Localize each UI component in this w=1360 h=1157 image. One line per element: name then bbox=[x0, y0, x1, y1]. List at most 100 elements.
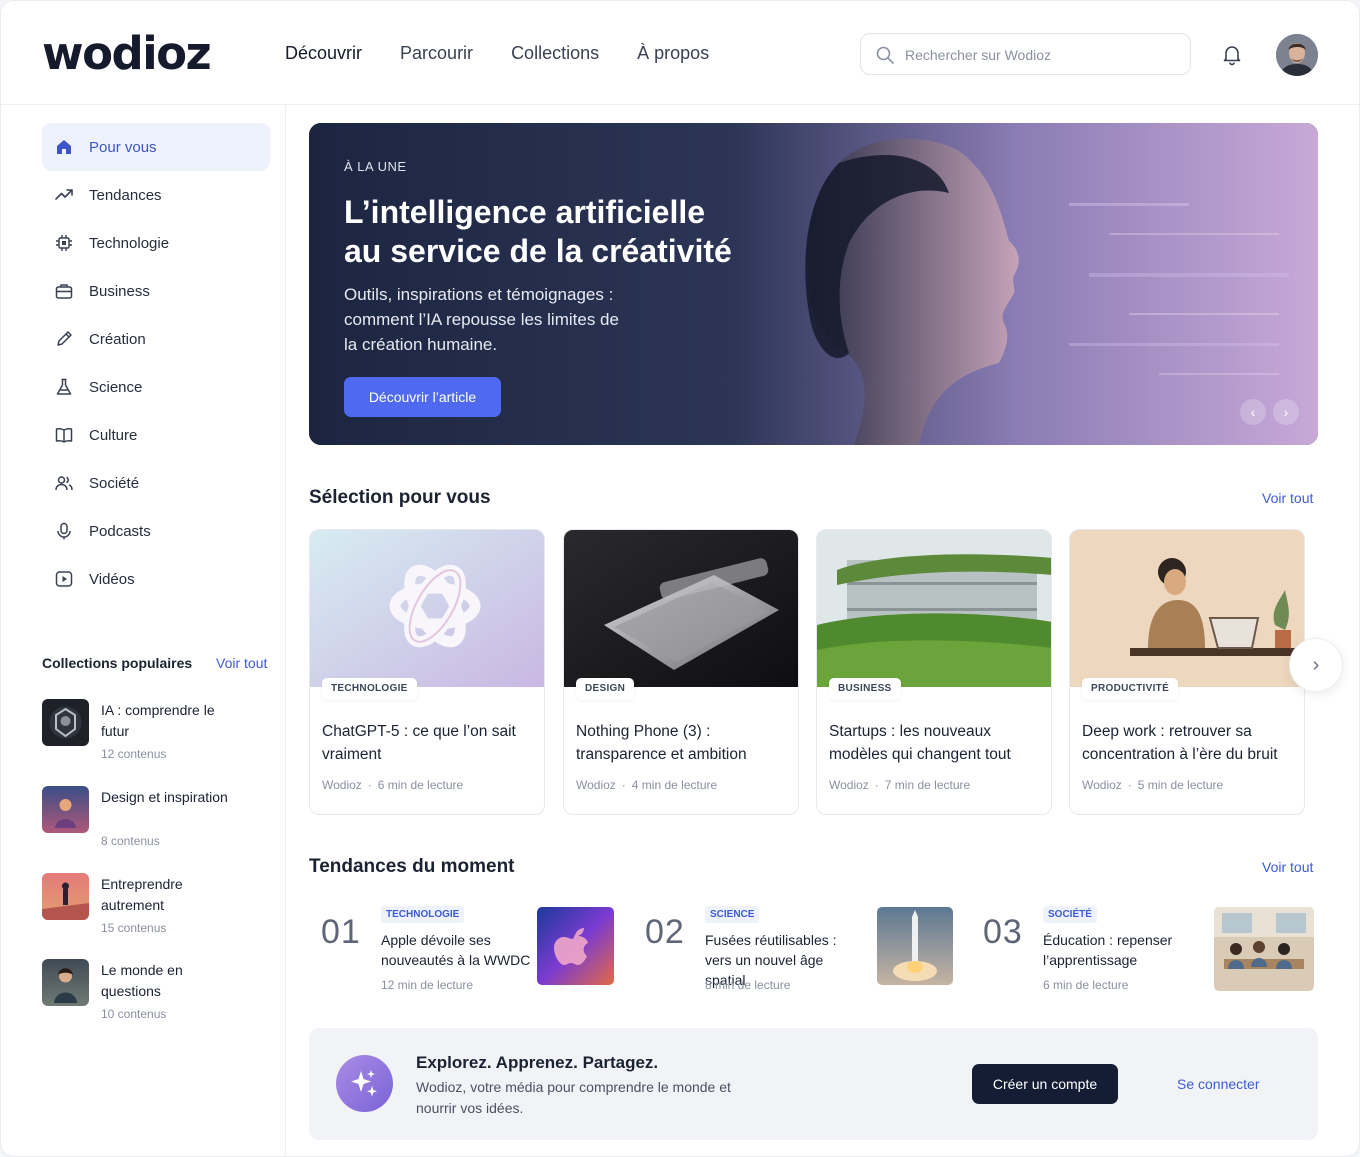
card-image bbox=[310, 530, 544, 687]
trending-icon bbox=[54, 185, 74, 205]
card-image bbox=[1070, 530, 1304, 687]
trend-rank: 01 bbox=[321, 913, 361, 951]
trend-image[interactable] bbox=[1214, 907, 1314, 991]
card-tag: BUSINESS bbox=[829, 678, 901, 700]
collection-item[interactable]: Le monde en questions 10 contenus bbox=[42, 959, 272, 1039]
sidebar-item-creation[interactable]: Création bbox=[42, 315, 270, 363]
microphone-icon bbox=[54, 521, 74, 541]
nav-collections[interactable]: Collections bbox=[511, 43, 599, 64]
article-card[interactable]: BUSINESS Startups : les nouveaux modèles… bbox=[816, 529, 1052, 815]
trend-image[interactable] bbox=[537, 907, 614, 985]
sidebar-item-label: Vidéos bbox=[89, 570, 135, 588]
trend-image[interactable] bbox=[877, 907, 953, 985]
trend-rank: 03 bbox=[983, 913, 1023, 951]
trend-title[interactable]: Apple dévoile ses nouveautés à la WWDC bbox=[381, 930, 541, 970]
collection-count: 10 contenus bbox=[101, 1007, 167, 1021]
article-card[interactable]: TECHNOLOGIE ChatGPT-5 : ce que l’on sait… bbox=[309, 529, 545, 815]
collection-name: IA : comprendre le futur bbox=[101, 702, 215, 739]
sidebar-item-videos[interactable]: Vidéos bbox=[42, 555, 270, 603]
collection-thumbnail bbox=[42, 786, 89, 833]
carousel-next-button[interactable]: › bbox=[1289, 638, 1343, 692]
login-link[interactable]: Se connecter bbox=[1177, 1076, 1260, 1092]
pen-icon bbox=[54, 329, 74, 349]
collection-count: 12 contenus bbox=[101, 747, 167, 761]
sidebar-item-culture[interactable]: Culture bbox=[42, 411, 270, 459]
sidebar-item-pour-vous[interactable]: Pour vous bbox=[42, 123, 270, 171]
collection-item[interactable]: IA : comprendre le futur 12 contenus bbox=[42, 699, 272, 779]
collection-name: Design et inspiration bbox=[101, 789, 228, 805]
card-title: Deep work : retrouver sa concentration à… bbox=[1082, 723, 1278, 763]
nav-parcourir[interactable]: Parcourir bbox=[400, 43, 473, 64]
discover-article-button[interactable]: Découvrir l’article bbox=[344, 377, 501, 417]
card-title: Nothing Phone (3) : transparence et ambi… bbox=[576, 723, 747, 763]
nav-decouvrir[interactable]: Découvrir bbox=[285, 43, 362, 64]
card-image bbox=[564, 530, 798, 687]
sidebar-item-label: Culture bbox=[89, 426, 138, 444]
bell-icon[interactable] bbox=[1220, 42, 1244, 66]
selection-see-all-link[interactable]: Voir tout bbox=[1262, 490, 1313, 506]
trend-title[interactable]: Éducation : repenser l’apprentissage bbox=[1043, 930, 1203, 970]
sidebar-item-business[interactable]: Business bbox=[42, 267, 270, 315]
collections-see-all-link[interactable]: Voir tout bbox=[216, 655, 267, 671]
article-card[interactable]: PRODUCTIVITÉ Deep work : retrouver sa co… bbox=[1069, 529, 1305, 815]
sidebar-item-label: Business bbox=[89, 282, 150, 300]
collection-thumbnail bbox=[42, 959, 89, 1006]
nav-a-propos[interactable]: À propos bbox=[637, 43, 709, 64]
collection-name: Entreprendre autrement bbox=[101, 876, 183, 913]
collection-count: 8 contenus bbox=[101, 834, 160, 848]
hero-next-button[interactable]: › bbox=[1273, 399, 1299, 425]
book-icon bbox=[54, 425, 74, 445]
article-card[interactable]: DESIGN Nothing Phone (3) : transparence … bbox=[563, 529, 799, 815]
sidebar-item-label: Science bbox=[89, 378, 143, 396]
trend-read-time: 8 min de lecture bbox=[705, 978, 791, 992]
card-title: Startups : les nouveaux modèles qui chan… bbox=[829, 723, 1011, 763]
trend-rank: 02 bbox=[645, 913, 685, 951]
hero-title-line: L’intelligence artificielle bbox=[344, 194, 706, 230]
collection-item[interactable]: Design et inspiration 8 contenus bbox=[42, 786, 272, 866]
hero-eyebrow: À LA UNE bbox=[344, 159, 407, 174]
collection-thumbnail bbox=[42, 699, 89, 746]
sidebar-item-label: Technologie bbox=[89, 234, 170, 252]
trend-read-time: 12 min de lecture bbox=[381, 978, 474, 992]
hero-title: L’intelligence artificielle au service d… bbox=[344, 193, 764, 271]
avatar[interactable] bbox=[1276, 34, 1318, 76]
card-meta: Wodioz · 5 min de lecture bbox=[1082, 778, 1224, 792]
home-icon bbox=[54, 137, 74, 157]
banner-title: Explorez. Apprenez. Partagez. bbox=[416, 1053, 659, 1072]
play-icon bbox=[54, 569, 74, 589]
top-header: wodioz Découvrir Parcourir Collections À… bbox=[1, 1, 1359, 105]
card-source: Wodioz bbox=[829, 778, 869, 792]
card-meta: Wodioz · 7 min de lecture bbox=[829, 778, 971, 792]
hero-prev-button[interactable]: ‹ bbox=[1240, 399, 1266, 425]
sidebar-item-label: Pour vous bbox=[89, 138, 157, 156]
hero-title-line: au service de la créativité bbox=[344, 233, 732, 269]
sparkles-icon bbox=[336, 1055, 393, 1112]
hero-description: Outils, inspirations et témoignages : co… bbox=[344, 285, 619, 354]
card-read-time: 4 min de lecture bbox=[631, 778, 718, 792]
banner-description: Wodioz, votre média pour comprendre le m… bbox=[416, 1079, 731, 1116]
trending-see-all-link[interactable]: Voir tout bbox=[1262, 859, 1313, 875]
card-meta: Wodioz · 6 min de lecture bbox=[322, 778, 464, 792]
collection-name: Le monde en questions bbox=[101, 962, 183, 999]
flask-icon bbox=[54, 377, 74, 397]
card-source: Wodioz bbox=[1082, 778, 1122, 792]
create-account-button[interactable]: Créer un compte bbox=[972, 1064, 1118, 1104]
sidebar-item-societe[interactable]: Société bbox=[42, 459, 270, 507]
search-input[interactable] bbox=[905, 42, 1175, 68]
chip-icon bbox=[54, 233, 74, 253]
search-icon bbox=[876, 46, 894, 64]
sidebar-item-technologie[interactable]: Technologie bbox=[42, 219, 270, 267]
wodioz-logo[interactable]: wodioz bbox=[42, 27, 212, 80]
card-tag: DESIGN bbox=[576, 678, 635, 700]
briefcase-icon bbox=[54, 281, 74, 301]
card-read-time: 7 min de lecture bbox=[884, 778, 971, 792]
search-box[interactable] bbox=[860, 33, 1191, 75]
hero-banner: À LA UNE L’intelligence artificielle au … bbox=[309, 123, 1318, 445]
sidebar-item-label: Création bbox=[89, 330, 146, 348]
sidebar-item-podcasts[interactable]: Podcasts bbox=[42, 507, 270, 555]
collection-item[interactable]: Entreprendre autrement 15 contenus bbox=[42, 873, 272, 953]
trend-tag: SCIENCE bbox=[705, 906, 760, 923]
sidebar-item-tendances[interactable]: Tendances bbox=[42, 171, 270, 219]
sidebar-item-science[interactable]: Science bbox=[42, 363, 270, 411]
card-tag: TECHNOLOGIE bbox=[322, 678, 417, 700]
